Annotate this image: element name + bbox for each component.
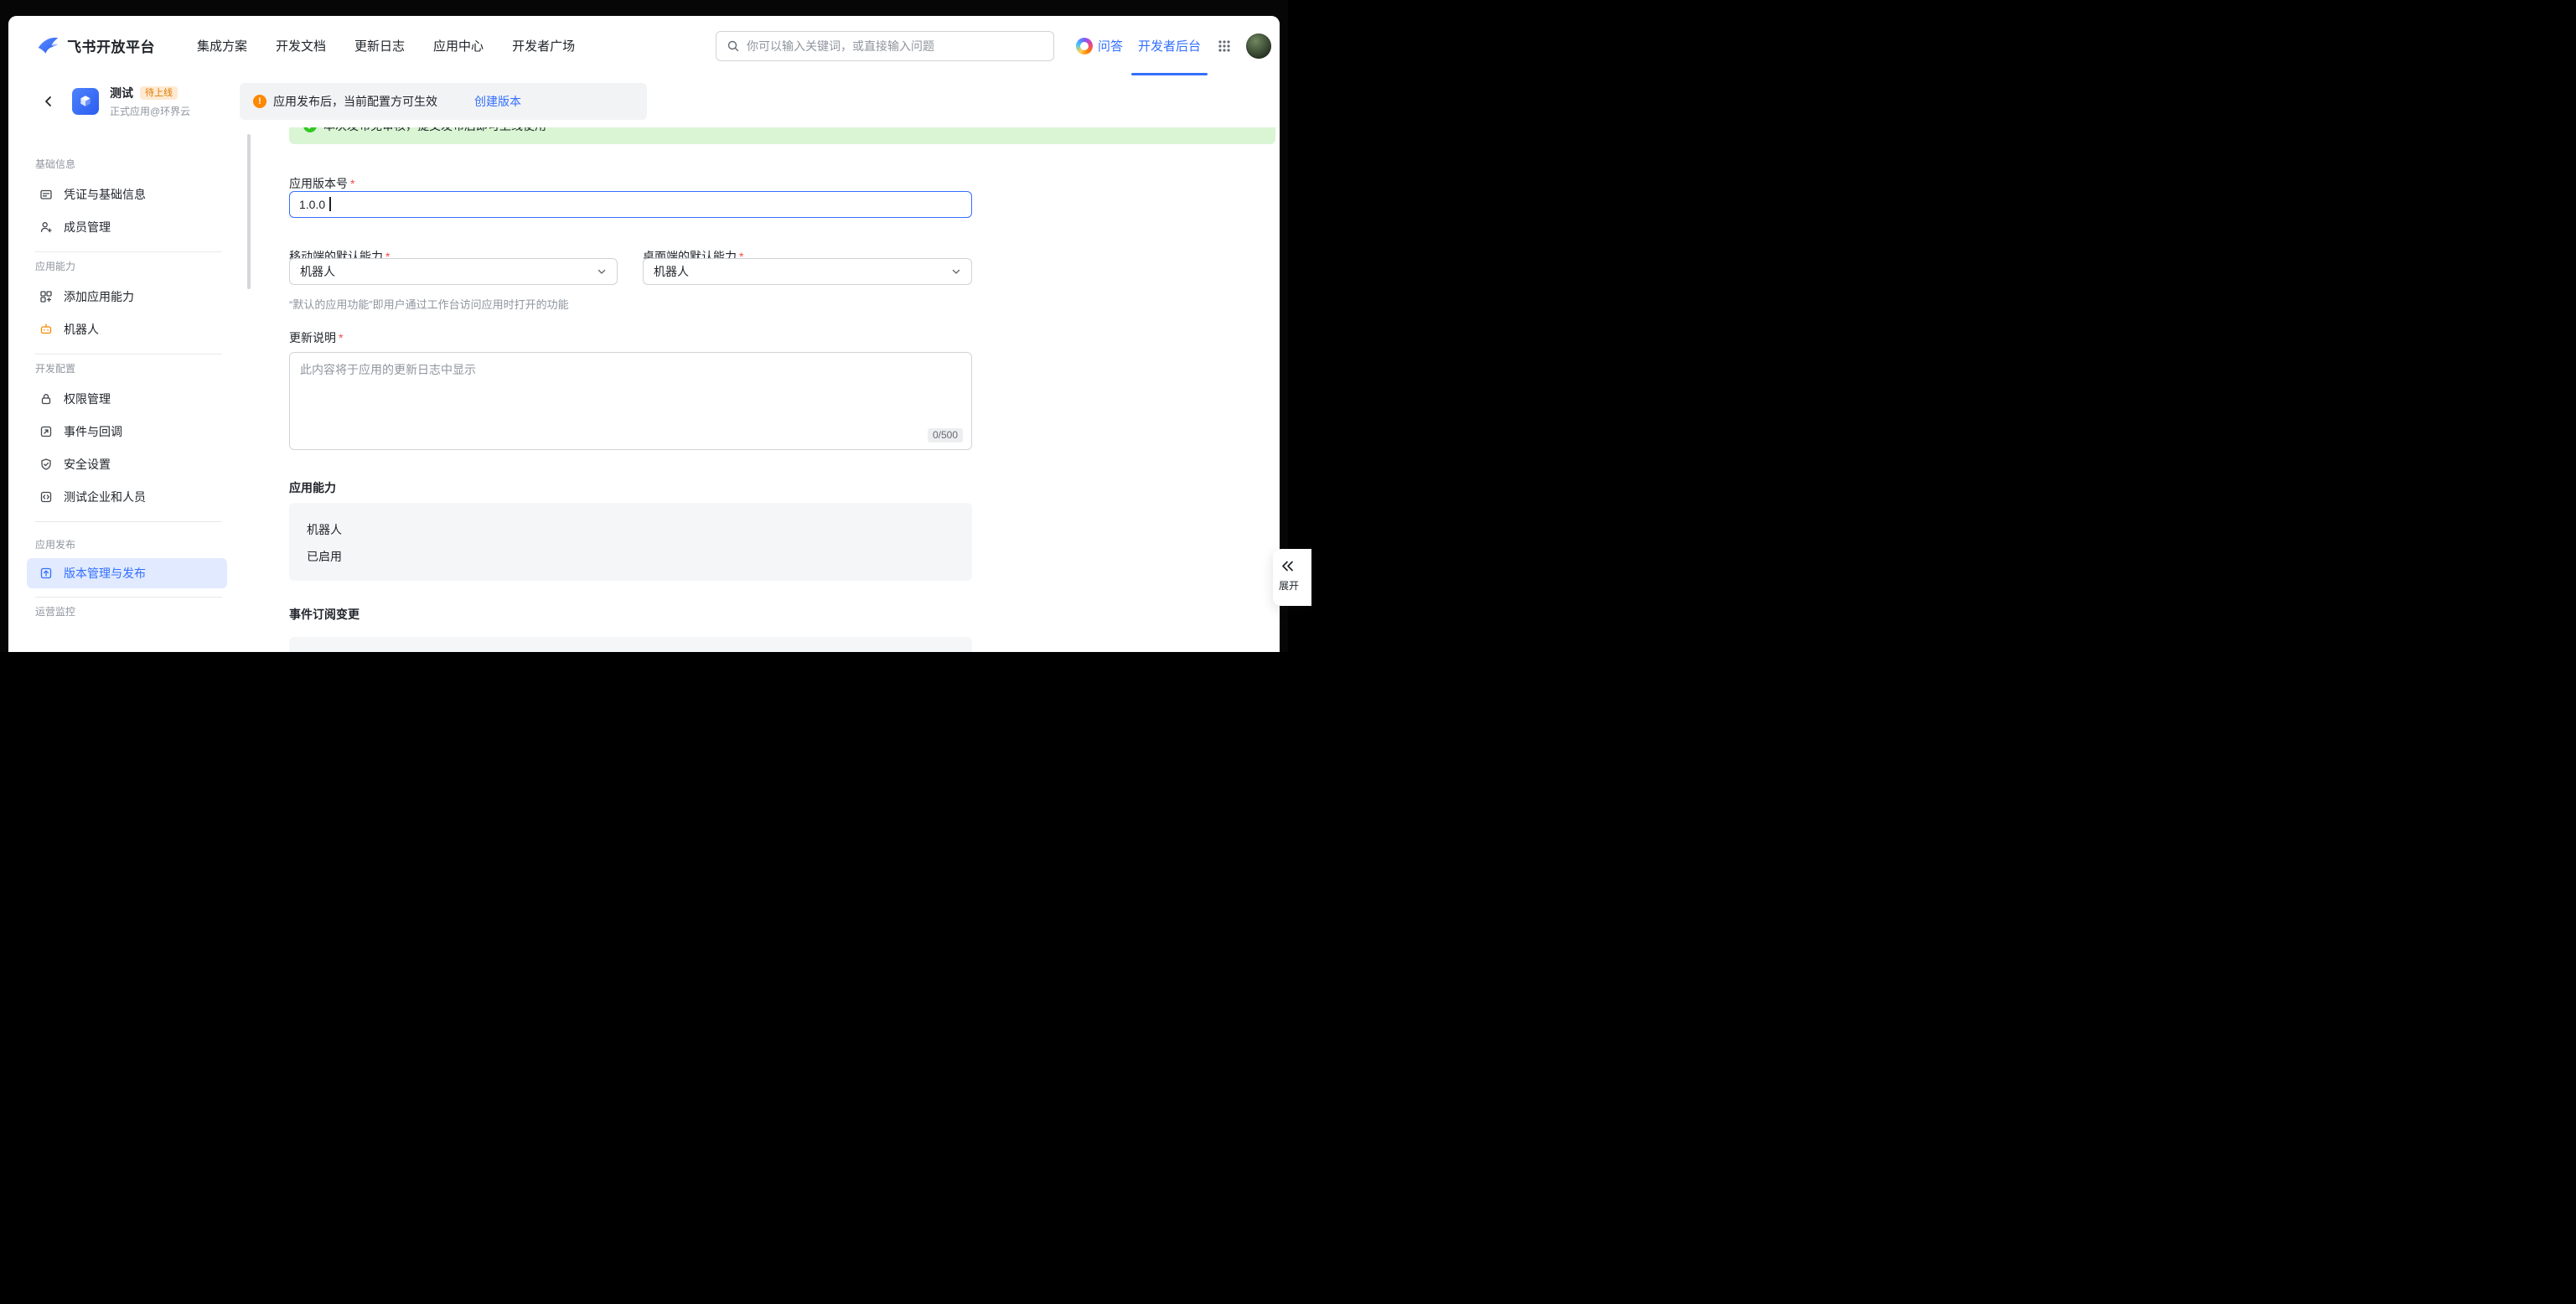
status-badge: 待上线 xyxy=(140,86,178,100)
mobile-capability-value: 机器人 xyxy=(300,263,335,280)
expand-panel-button[interactable]: 展开 xyxy=(1273,549,1311,606)
required-mark: * xyxy=(339,331,343,344)
chevron-down-icon xyxy=(597,266,607,277)
publish-icon xyxy=(39,567,53,580)
capability-section-title: 应用能力 xyxy=(289,479,336,496)
update-notes-textarea[interactable] xyxy=(290,353,971,449)
sidebar-item-bot[interactable]: 机器人 xyxy=(27,313,227,345)
mobile-capability-select[interactable]: 机器人 xyxy=(289,258,618,285)
update-notes-wrapper: 0/500 xyxy=(289,352,972,450)
capability-hint: “默认的应用功能”即用户通过工作台访问应用时打开的功能 xyxy=(289,296,569,312)
lock-icon xyxy=(39,392,53,406)
chevron-down-icon xyxy=(951,266,961,277)
search-box[interactable] xyxy=(716,31,1054,61)
sidebar-item-label: 事件与回调 xyxy=(64,423,122,440)
sidebar-section-basic-info: 基础信息 xyxy=(35,158,227,171)
avatar[interactable] xyxy=(1246,34,1271,59)
sidebar-section-release: 应用发布 xyxy=(35,539,227,551)
header-right: 问答 开发者后台 xyxy=(1076,16,1271,75)
search-input[interactable] xyxy=(747,39,1043,53)
notice-bar: ! 应用发布后，当前配置方可生效 创建版本 xyxy=(240,83,647,120)
nav-changelog[interactable]: 更新日志 xyxy=(354,37,405,54)
app-bar: 测试 待上线 正式应用@环界云 ! 应用发布后，当前配置方可生效 创建版本 xyxy=(8,75,1280,127)
sidebar-item-label: 成员管理 xyxy=(64,219,111,235)
brand-title: 飞书开放平台 xyxy=(67,35,155,56)
sidebar-divider xyxy=(35,521,222,522)
sidebar-item-label: 权限管理 xyxy=(64,391,111,407)
app-window: 本次发布免审核，提交发布后即可上线使用 应用版本号* 移动端的默认能力* 机器人… xyxy=(8,16,1280,652)
console-link[interactable]: 开发者后台 xyxy=(1138,16,1201,75)
sidebar-scrollbar[interactable] xyxy=(247,134,251,289)
apps-grid-icon[interactable] xyxy=(1218,39,1231,53)
version-input[interactable] xyxy=(290,192,971,217)
update-notes-label: 更新说明* xyxy=(289,329,343,346)
nav-integration[interactable]: 集成方案 xyxy=(197,37,247,54)
text-caret xyxy=(329,197,331,211)
code-brackets-icon xyxy=(39,490,53,504)
sidebar-item-label: 安全设置 xyxy=(64,456,111,473)
sidebar-divider xyxy=(35,597,222,598)
sidebar-item-label: 机器人 xyxy=(64,321,99,338)
app-titles: 测试 待上线 正式应用@环界云 xyxy=(110,85,190,118)
sidebar-item-label: 版本管理与发布 xyxy=(64,565,146,582)
desktop-capability-select[interactable]: 机器人 xyxy=(643,258,972,285)
app-subtitle: 正式应用@环界云 xyxy=(110,104,190,118)
sidebar-item-credentials[interactable]: 凭证与基础信息 xyxy=(27,178,227,210)
feishu-logo-icon xyxy=(37,34,59,57)
sidebar-item-label: 添加应用能力 xyxy=(64,288,134,305)
sidebar-item-permissions[interactable]: 权限管理 xyxy=(27,382,227,415)
sidebar-item-add-capability[interactable]: 添加应用能力 xyxy=(27,280,227,313)
sidebar-item-label: 凭证与基础信息 xyxy=(64,186,146,203)
sidebar-item-label: 测试企业和人员 xyxy=(64,489,146,505)
sidebar-item-events-callbacks[interactable]: 事件与回调 xyxy=(27,415,227,448)
nav-docs[interactable]: 开发文档 xyxy=(276,37,326,54)
warning-icon: ! xyxy=(253,95,266,108)
events-section-title: 事件订阅变更 xyxy=(289,606,360,623)
required-mark: * xyxy=(350,177,354,190)
sidebar-section-dev-config: 开发配置 xyxy=(35,363,227,375)
nav-developer-plaza[interactable]: 开发者广场 xyxy=(512,37,575,54)
primary-nav: 集成方案 开发文档 更新日志 应用中心 开发者广场 xyxy=(197,37,575,54)
add-capability-icon xyxy=(39,290,53,303)
brand[interactable]: 飞书开放平台 xyxy=(37,34,155,57)
version-label: 应用版本号* xyxy=(289,175,354,192)
event-callback-icon xyxy=(39,425,53,438)
expand-label: 展开 xyxy=(1279,578,1299,592)
events-panel xyxy=(289,637,972,652)
robot-icon xyxy=(39,323,53,336)
sidebar: 基础信息 凭证与基础信息 成员管理 应用能力 添加应用能力 xyxy=(8,127,260,652)
sidebar-section-capabilities: 应用能力 xyxy=(35,261,227,273)
sidebar-section-monitoring: 运营监控 xyxy=(35,606,227,618)
capability-panel: 机器人 已启用 xyxy=(289,503,972,581)
create-version-link[interactable]: 创建版本 xyxy=(474,93,521,110)
notice-text: 应用发布后，当前配置方可生效 xyxy=(273,93,437,110)
qa-link[interactable]: 问答 xyxy=(1098,37,1123,54)
sidebar-item-security[interactable]: 安全设置 xyxy=(27,448,227,480)
sidebar-divider xyxy=(35,251,222,252)
sidebar-item-version-release[interactable]: 版本管理与发布 xyxy=(27,558,227,588)
capability-status: 已启用 xyxy=(307,548,342,565)
nav-app-center[interactable]: 应用中心 xyxy=(433,37,484,54)
search-icon xyxy=(727,39,740,53)
shield-icon xyxy=(39,458,53,471)
double-chevron-left-icon xyxy=(1280,560,1295,572)
member-icon xyxy=(39,220,53,234)
app-name: 测试 xyxy=(110,85,133,101)
top-header: 飞书开放平台 集成方案 开发文档 更新日志 应用中心 开发者广场 问答 开发者后… xyxy=(8,16,1280,75)
sidebar-item-test-enterprise[interactable]: 测试企业和人员 xyxy=(27,480,227,513)
desktop-capability-value: 机器人 xyxy=(654,263,689,280)
sidebar-item-members[interactable]: 成员管理 xyxy=(27,210,227,243)
char-counter: 0/500 xyxy=(928,428,963,442)
capability-name: 机器人 xyxy=(307,521,342,538)
app-icon xyxy=(72,88,99,115)
qa-icon[interactable] xyxy=(1076,38,1093,54)
back-button[interactable] xyxy=(42,95,55,108)
credential-card-icon xyxy=(39,188,53,201)
version-input-wrapper xyxy=(289,191,972,218)
screen: 本次发布免审核，提交发布后即可上线使用 应用版本号* 移动端的默认能力* 机器人… xyxy=(0,0,1288,652)
